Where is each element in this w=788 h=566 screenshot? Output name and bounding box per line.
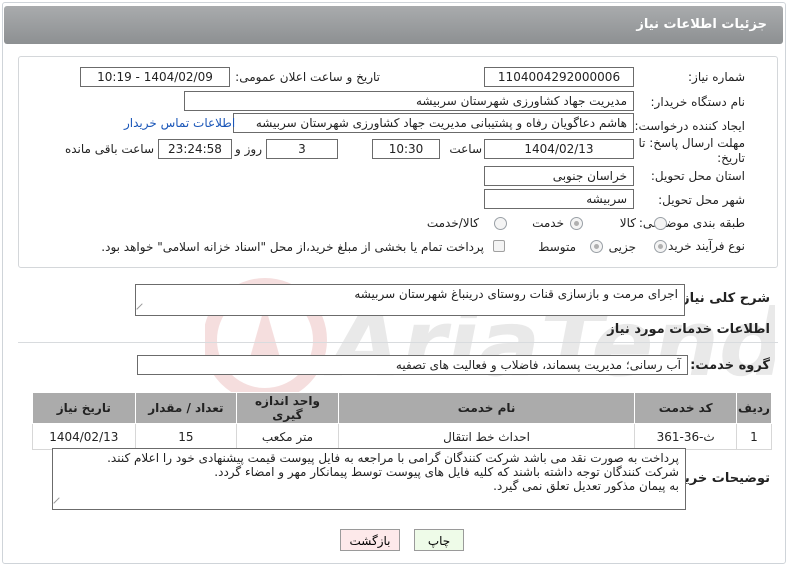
header-bar: جزئیات اطلاعات نیاز [4,6,783,44]
requester-field[interactable]: هاشم دعاگویان رفاه و پشتیبانی مدیریت جها… [233,113,634,133]
table-header-row: ردیف کد خدمت نام خدمت واحد اندازه گیری ت… [32,392,773,424]
city-label: شهر محل تحویل: [658,193,745,207]
treasury-payment-checkbox[interactable] [493,240,505,252]
services-section-title: اطلاعات خدمات مورد نیاز [607,322,770,337]
resize-grip-icon[interactable] [53,497,65,509]
buyer-note-line: شرکت کنندگان توجه داشته باشند که کلیه فا… [214,465,679,479]
category-option-goods-service: کالا/خدمت [426,216,479,230]
back-button[interactable]: بازگشت [340,529,400,551]
deadline-time-label: ساعت [449,142,482,156]
province-label: استان محل تحویل: [650,169,745,183]
table-row: 1 ث-36-361 احداث خط انتقال متر مکعب 15 1… [32,423,773,450]
cell-service-name: احداث خط انتقال [337,423,636,450]
buyer-note-line: به پیمان مذکور تعدیل تعلق نمی گیرد. [493,479,679,493]
services-table: ردیف کد خدمت نام خدمت واحد اندازه گیری ت… [32,392,773,450]
resize-grip-icon[interactable] [136,303,148,315]
time-remaining-field[interactable]: 23:24:58 [158,139,232,159]
deadline-label: مهلت ارسال پاسخ: تا تاریخ: [638,136,745,165]
buyer-note-line: پرداخت به صورت نقد می باشد شرکت کنندگان … [107,451,679,465]
deadline-time-field[interactable]: 10:30 [372,139,440,159]
buyer-org-label: نام دستگاه خریدار: [650,95,746,109]
need-number-label: شماره نیاز: [688,70,745,84]
treasury-payment-note: پرداخت تمام یا بخشی از مبلغ خرید،از محل … [101,240,484,254]
service-group-field[interactable]: آب رسانی؛ مدیریت پسماند، فاضلاب و فعالیت… [137,355,688,375]
cell-row-number: 1 [735,423,773,450]
province-field[interactable]: خراسان جنوبی [484,166,634,186]
summary-text: اجرای مرمت و بازسازی قنات روستای درینباغ… [354,287,678,301]
purchase-option-minor: جزیی [608,240,636,254]
col-need-date: تاریخ نیاز [32,392,136,424]
col-unit: واحد اندازه گیری [236,392,339,424]
cell-unit: متر مکعب [236,423,339,450]
category-option-service: خدمت [532,216,564,230]
buyer-notes-textarea[interactable]: پرداخت به صورت نقد می باشد شرکت کنندگان … [52,448,686,510]
section-divider [18,342,778,343]
col-row-number: ردیف [735,392,773,424]
requester-label: ایجاد کننده درخواست: [634,119,745,133]
purchase-option-medium: متوسط [538,240,576,254]
days-remaining-field[interactable]: 3 [266,139,338,159]
print-button[interactable]: چاپ [414,529,464,551]
buyer-contact-link[interactable]: اطلاعات تماس خریدار [124,116,235,130]
buyer-org-field[interactable]: مدیریت جهاد کشاورزی شهرستان سربیشه [184,91,634,111]
col-service-code: کد خدمت [634,392,737,424]
service-group-label: گروه خدمت: [690,358,770,373]
category-option-goods: کالا [619,216,636,230]
deadline-date-field[interactable]: 1404/02/13 [484,139,634,159]
col-service-name: نام خدمت [337,392,636,424]
purchase-radio-medium[interactable] [590,240,603,253]
category-radio-service[interactable] [570,217,583,230]
announce-date-label: تاریخ و ساعت اعلان عمومی: [235,70,380,84]
category-radio-goods[interactable] [654,217,667,230]
summary-textarea[interactable]: اجرای مرمت و بازسازی قنات روستای درینباغ… [135,284,685,316]
time-remaining-label: ساعت باقی مانده [64,142,154,156]
cell-need-date: 1404/02/13 [32,423,136,450]
days-label: روز و [235,142,262,156]
cell-quantity: 15 [134,423,238,450]
need-number-field[interactable]: 1104004292000006 [484,67,634,87]
purchase-radio-minor[interactable] [654,240,667,253]
col-quantity: تعداد / مقدار [134,392,238,424]
summary-label: شرح کلی نیاز: [676,291,770,306]
category-radio-goods-service[interactable] [494,217,507,230]
purchase-type-label: نوع فرآیند خرید : [660,239,745,253]
cell-service-code: ث-36-361 [634,423,737,450]
announce-date-field[interactable]: 1404/02/09 - 10:19 [80,67,230,87]
city-field[interactable]: سربیشه [484,189,634,209]
page-title: جزئیات اطلاعات نیاز [636,17,767,32]
